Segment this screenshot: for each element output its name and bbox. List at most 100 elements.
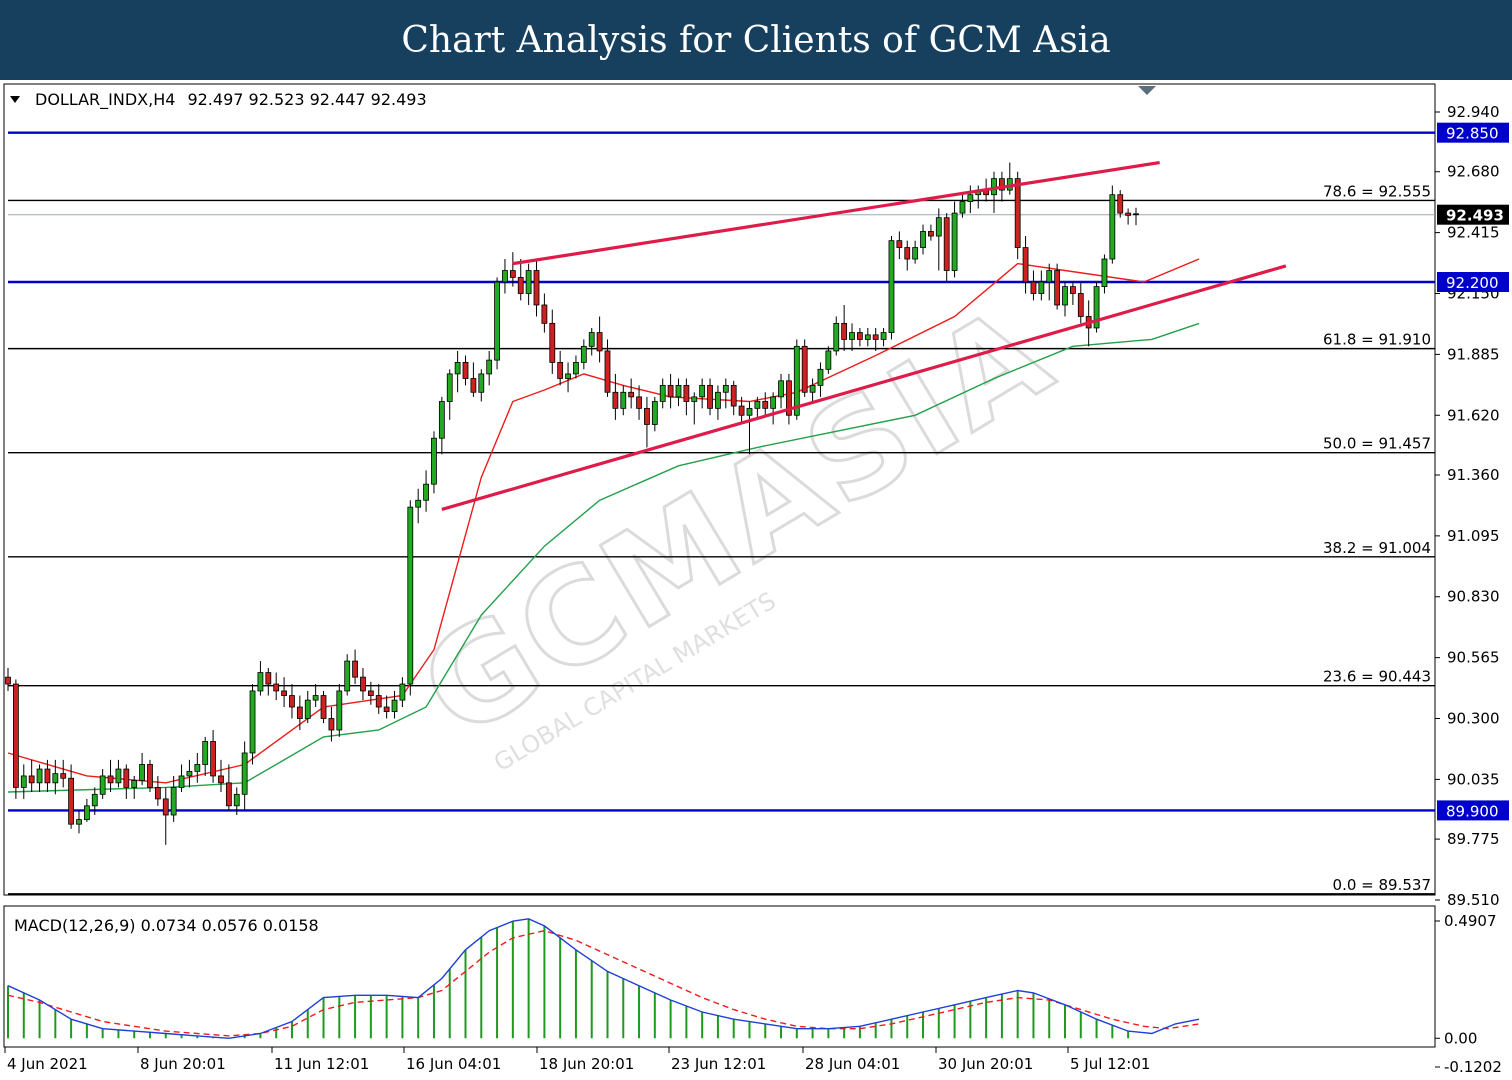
- candle-body: [596, 332, 603, 352]
- candle-body: [1069, 286, 1076, 294]
- candle-body: [778, 380, 784, 398]
- candle-body: [415, 499, 422, 508]
- candle-body: [651, 401, 658, 425]
- price-axis-label: 91.095: [1447, 527, 1500, 545]
- fib-level-label: 50.0 = 91.457: [1323, 435, 1431, 453]
- fib-level-label: 23.6 = 90.443: [1323, 668, 1431, 686]
- fib-level-label: 0.0 = 89.537: [1333, 876, 1431, 894]
- candle-body: [722, 384, 729, 393]
- candle-body: [344, 660, 351, 692]
- candle-body: [935, 217, 942, 237]
- candle-body: [880, 332, 887, 340]
- candle-body: [486, 359, 493, 375]
- candle-body: [76, 819, 82, 825]
- candle-body: [904, 247, 911, 260]
- candle-body: [509, 270, 516, 278]
- candle-body: [52, 773, 59, 784]
- candle-body: [375, 695, 382, 708]
- candle-body: [296, 706, 303, 719]
- candle-body: [864, 334, 871, 340]
- candle-body: [360, 676, 366, 692]
- candle-body: [170, 787, 177, 816]
- candle-body: [849, 332, 855, 340]
- candle-body: [265, 672, 272, 685]
- macd-axis-label: -0.1202: [1444, 1058, 1502, 1076]
- candle-body: [644, 407, 650, 425]
- candle-body: [225, 782, 232, 807]
- candle-body: [328, 718, 335, 731]
- candle-body: [438, 401, 445, 439]
- price-axis-label: 92.940: [1447, 103, 1500, 121]
- candle-body: [470, 378, 477, 393]
- candle-body: [628, 391, 635, 398]
- candle-body: [502, 270, 508, 283]
- level-price-tag-label: 92.200: [1446, 274, 1499, 292]
- candle-body: [186, 770, 193, 777]
- candle-body: [1022, 247, 1029, 283]
- candle-body: [588, 332, 595, 347]
- time-axis-label: 16 Jun 04:01: [406, 1055, 501, 1073]
- candle-body: [123, 768, 130, 788]
- candle-body: [841, 322, 848, 340]
- candle-body: [636, 396, 642, 409]
- candle-body: [920, 231, 926, 248]
- time-axis-label: 28 Jun 04:01: [805, 1055, 900, 1073]
- candle-body: [1062, 286, 1068, 306]
- candle-body: [12, 683, 19, 788]
- time-axis-label: 8 Jun 20:01: [140, 1055, 226, 1073]
- candle-body: [494, 281, 500, 361]
- price-axis-label: 90.565: [1447, 649, 1500, 667]
- candle-body: [912, 247, 919, 260]
- candle-body: [60, 773, 67, 779]
- time-axis-label: 30 Jun 20:01: [938, 1055, 1033, 1073]
- candle-body: [446, 373, 453, 402]
- candle-body: [754, 401, 761, 409]
- candle-body: [872, 334, 879, 340]
- macd-title: MACD(12,26,9) 0.0734 0.0576 0.0158: [14, 916, 319, 935]
- candle-body: [233, 793, 240, 807]
- candle-body: [83, 805, 90, 820]
- candle-body: [131, 780, 138, 788]
- candle-body: [202, 741, 209, 765]
- price-axis-label: 89.510: [1447, 891, 1500, 909]
- candle-body: [691, 396, 698, 402]
- level-price-tag-label: 92.850: [1446, 125, 1499, 143]
- chart-area[interactable]: GCMASIA GLOBAL CAPITAL MARKETS 78.6 = 92…: [0, 0, 1512, 1080]
- candle-body: [320, 695, 327, 719]
- candle-body: [1109, 194, 1116, 260]
- candle-body: [162, 798, 169, 816]
- candle-body: [139, 764, 145, 781]
- candle-body: [478, 373, 485, 393]
- candle-body: [715, 391, 721, 409]
- candle-body: [20, 775, 27, 788]
- fib-level-label: 78.6 = 92.555: [1323, 182, 1431, 200]
- candle-body: [1125, 212, 1132, 216]
- candle-body: [44, 768, 51, 784]
- price-axis-label: 90.300: [1447, 710, 1500, 728]
- candle-body: [959, 201, 966, 214]
- candle-body: [604, 350, 611, 393]
- candle-body: [352, 660, 358, 678]
- candle-body: [107, 775, 114, 784]
- price-axis-label: 92.680: [1447, 163, 1500, 181]
- candle-body: [1038, 281, 1045, 294]
- candle-body: [517, 277, 524, 294]
- candle-body: [423, 483, 429, 501]
- price-axis-label: 90.035: [1447, 770, 1500, 788]
- candle-body: [541, 304, 548, 324]
- candle-body: [762, 401, 769, 409]
- price-axis-label: 89.775: [1447, 830, 1500, 848]
- time-axis-label: 11 Jun 12:01: [274, 1055, 369, 1073]
- candle-body: [573, 362, 579, 375]
- fib-level-label: 38.2 = 91.004: [1323, 539, 1431, 557]
- candle-body: [896, 240, 903, 248]
- candle-body: [549, 322, 556, 363]
- candle-body: [967, 194, 974, 202]
- symbol-title: DOLLAR_INDX,H4 92.497 92.523 92.447 92.49…: [35, 90, 427, 110]
- candle-body: [1117, 194, 1124, 214]
- candle-body: [367, 690, 374, 696]
- candle-body: [5, 676, 11, 685]
- candle-body: [431, 437, 437, 485]
- candle-body: [857, 332, 863, 340]
- last-price-tag-label: 92.493: [1446, 207, 1504, 225]
